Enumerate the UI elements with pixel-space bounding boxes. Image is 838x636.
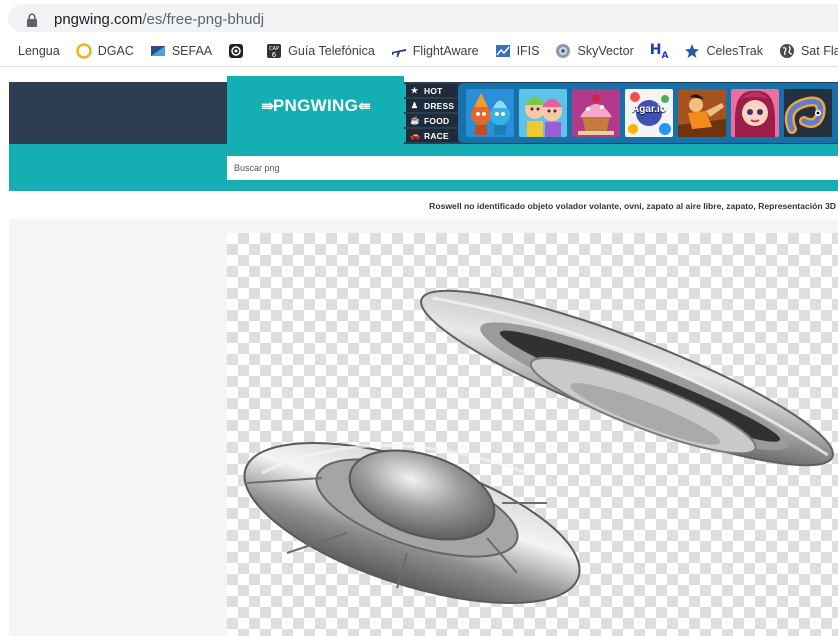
url-field[interactable]: pngwing.com/es/free-png-bhudj	[8, 4, 838, 32]
ha-icon: HA	[650, 42, 669, 61]
logo-wordmark: PNGWING	[272, 96, 359, 115]
browser-address-bar: pngwing.com/es/free-png-bhudj	[0, 0, 838, 36]
bookmark-dgac[interactable]: DGAC	[76, 43, 134, 59]
logo-text: ⇛PNGWING⇚	[227, 96, 404, 116]
image-preview[interactable]	[227, 233, 838, 636]
bookmark-guia-telefonica[interactable]: CAP 6 Guía Telefónica	[266, 43, 375, 59]
url-text[interactable]: pngwing.com/es/free-png-bhudj	[54, 11, 264, 28]
category-hot[interactable]: ★ HOT	[404, 84, 458, 97]
cup-icon: ☕	[410, 116, 421, 125]
person-icon: ♟	[410, 101, 419, 110]
game-thumb-fighter[interactable]	[678, 89, 726, 137]
star-icon	[685, 44, 700, 58]
category-dress[interactable]: ♟ DRESS	[404, 99, 458, 112]
lock-icon[interactable]	[26, 13, 38, 27]
game-thumb-princess[interactable]	[731, 89, 779, 137]
game-thumb-dress-up[interactable]	[519, 89, 567, 137]
world-icon	[779, 44, 794, 58]
bookmark-label: DGAC	[97, 44, 134, 58]
globe-icon	[556, 44, 571, 58]
ha-letter: H	[649, 41, 662, 58]
cap6-icon: CAP6	[267, 44, 282, 59]
bookmark-sat-flare[interactable]: Sat Flare	[779, 43, 838, 59]
ufo-lower	[243, 441, 581, 605]
search-input[interactable]	[227, 156, 838, 180]
ufo-image	[243, 289, 834, 605]
bookmark-flightaware[interactable]: FlightAware	[391, 43, 479, 59]
header-left-panel	[9, 82, 227, 144]
bookmark-label: SEFAA	[171, 44, 213, 58]
bookmark-label: Sat Flare	[800, 44, 838, 58]
category-label: FOOD	[424, 115, 450, 126]
bookmark-sefaa[interactable]: SEFAA	[150, 43, 212, 59]
bookmark-ha[interactable]: HA	[650, 42, 669, 61]
game-category-menu: ★ HOT ♟ DRESS ☕ FOOD 🚗 RACE	[404, 84, 458, 142]
flag-icon	[150, 46, 165, 56]
url-path: /es/free-png-bhudj	[142, 11, 265, 28]
bookmark-camera[interactable]	[228, 43, 250, 59]
car-icon: 🚗	[410, 131, 421, 140]
bookmark-label: IFIS	[516, 44, 540, 58]
category-food[interactable]: ☕ FOOD	[404, 114, 458, 127]
agario-label: Agar.io	[632, 104, 666, 115]
bookmarks-bar: Lengua DGAC SEFAA CAP 6 Guía Telefónica F…	[0, 36, 838, 67]
game-thumb-fireboy-watergirl[interactable]	[466, 89, 514, 137]
game-thumb-slither[interactable]	[784, 89, 832, 137]
circle-yellow-icon	[76, 43, 92, 59]
site-logo[interactable]: ⇛PNGWING⇚	[227, 76, 404, 144]
bookmark-ifis[interactable]: IFIS	[495, 43, 540, 59]
image-description: Roswell no identificado objeto volador v…	[429, 201, 836, 211]
bookmark-skyvector[interactable]: SkyVector	[555, 43, 634, 59]
category-label: DRESS	[424, 100, 455, 111]
bookmark-label: Guía Telefónica	[288, 44, 375, 58]
chart-icon	[495, 45, 510, 57]
bookmark-label: SkyVector	[577, 44, 634, 58]
logo-left-arrows-icon: ⇛	[261, 98, 274, 115]
bookmark-celestrak[interactable]: CelesTrak	[684, 43, 763, 59]
category-race[interactable]: 🚗 RACE	[404, 129, 458, 142]
ufo-upper	[420, 289, 834, 467]
category-label: RACE	[424, 130, 449, 141]
category-label: HOT	[424, 85, 443, 96]
game-thumb-agario[interactable]: Agar.io	[625, 89, 673, 137]
bookmark-label: FlightAware	[412, 44, 479, 58]
svg-text:6: 6	[272, 51, 277, 59]
ha-subscript: A	[661, 50, 669, 61]
star-icon: ★	[410, 86, 419, 95]
logo-right-arrows-icon: ⇚	[358, 98, 371, 115]
bookmark-label: CelesTrak	[706, 44, 763, 58]
camera-icon	[229, 44, 244, 58]
url-host: pngwing.com	[54, 11, 143, 28]
games-strip: Agar.io	[458, 83, 838, 143]
bookmark-lengua[interactable]: Lengua	[18, 44, 60, 58]
airplane-icon	[391, 49, 406, 57]
bookmark-label: Lengua	[18, 44, 60, 58]
game-thumb-cupcake[interactable]	[572, 89, 620, 137]
